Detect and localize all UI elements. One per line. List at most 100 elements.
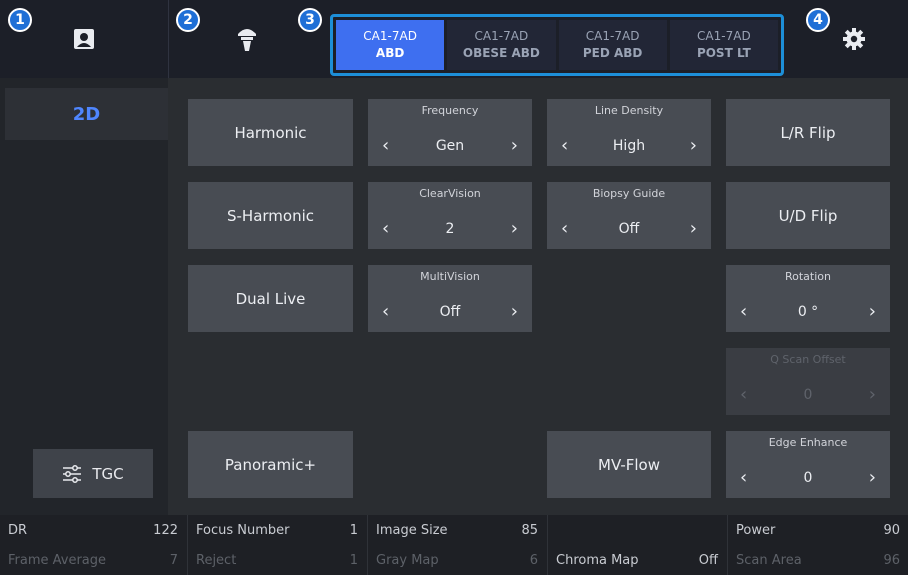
q-scan-offset-label: Q Scan Offset	[770, 353, 846, 366]
status-value: 6	[529, 552, 538, 568]
clearvision-next-button[interactable]: ›	[511, 220, 518, 238]
status-label: Power	[736, 522, 776, 538]
step-badge-1: 1	[8, 8, 32, 32]
status-label: Scan Area	[736, 552, 802, 568]
frequency-next-button[interactable]: ›	[511, 137, 518, 155]
status-label: Focus Number	[196, 522, 290, 538]
step-badge-3: 3	[298, 8, 322, 32]
gear-icon	[843, 28, 865, 50]
q-scan-offset-selector: Q Scan Offset ‹ 0 ›	[726, 348, 890, 415]
q-scan-offset-prev-button: ‹	[740, 384, 748, 405]
rotation-label: Rotation	[784, 270, 831, 283]
multivision-prev-button[interactable]: ‹	[382, 303, 389, 321]
status-power: Power 90	[728, 515, 908, 545]
rotation-next-button[interactable]: ›	[869, 303, 876, 321]
line-density-prev-button[interactable]: ‹	[561, 137, 568, 155]
top-bar: CA1-7AD ABD CA1-7AD OBESE ABD CA1-7AD PE…	[0, 0, 908, 78]
status-label: Image Size	[376, 522, 448, 538]
multivision-value: Off	[439, 304, 461, 320]
status-value: 85	[521, 522, 538, 538]
status-frame-average: Frame Average 7	[0, 545, 186, 575]
lr-flip-button[interactable]: L/R Flip	[726, 99, 890, 166]
status-empty	[548, 515, 726, 545]
status-value: 1	[349, 552, 358, 568]
mode-tab-2d[interactable]: 2D	[5, 88, 168, 140]
probe-icon	[238, 29, 256, 51]
tgc-label: TGC	[92, 464, 124, 483]
frequency-selector: Frequency ‹ Gen ›	[368, 99, 532, 166]
status-value: 1	[349, 522, 358, 538]
frequency-prev-button[interactable]: ‹	[382, 137, 389, 155]
q-scan-offset-next-button: ›	[868, 384, 876, 405]
harmonic-button[interactable]: Harmonic	[188, 99, 353, 166]
status-dr: DR 122	[0, 515, 186, 545]
status-label: Chroma Map	[556, 552, 639, 568]
line-density-value: High	[612, 138, 646, 154]
biopsy-guide-label: Biopsy Guide	[592, 187, 666, 200]
edge-enhance-next-button[interactable]: ›	[869, 469, 876, 487]
edge-enhance-label: Edge Enhance	[768, 436, 848, 449]
preset-tab-ped-abd[interactable]: CA1-7AD PED ABD	[558, 20, 667, 70]
rotation-prev-button[interactable]: ‹	[740, 303, 747, 321]
status-label: DR	[8, 522, 28, 538]
biopsy-guide-selector: Biopsy Guide ‹ Off ›	[547, 182, 711, 249]
multivision-next-button[interactable]: ›	[511, 303, 518, 321]
status-reject: Reject 1	[188, 545, 366, 575]
preset-tab-abd[interactable]: CA1-7AD ABD	[336, 20, 445, 70]
biopsy-guide-next-button[interactable]: ›	[690, 220, 697, 238]
edge-enhance-selector: Edge Enhance ‹ 0 ›	[726, 431, 890, 498]
preset-name-label: POST LT	[696, 46, 751, 60]
dual-live-button[interactable]: Dual Live	[188, 265, 353, 332]
status-label: Reject	[196, 552, 237, 568]
edge-enhance-prev-button[interactable]: ‹	[740, 469, 747, 487]
mode-panel: 2D TGC	[0, 78, 168, 515]
status-gray-map: Gray Map 6	[368, 545, 546, 575]
rotation-selector: Rotation ‹ 0 ° ›	[726, 265, 890, 332]
biopsy-guide-prev-button[interactable]: ‹	[561, 220, 568, 238]
preset-model-label: CA1-7AD	[585, 29, 640, 43]
multivision-selector: MultiVision ‹ Off ›	[368, 265, 532, 332]
q-scan-offset-value: 0	[803, 387, 813, 403]
patient-id-icon	[74, 29, 94, 49]
panoramic-button[interactable]: Panoramic+	[188, 431, 353, 498]
clearvision-prev-button[interactable]: ‹	[382, 220, 389, 238]
mv-flow-button[interactable]: MV-Flow	[547, 431, 711, 498]
multivision-label: MultiVision	[420, 270, 480, 283]
preset-model-label: CA1-7AD	[474, 29, 529, 43]
biopsy-guide-value: Off	[618, 221, 640, 237]
step-badge-4: 4	[806, 8, 830, 32]
preset-model-label: CA1-7AD	[363, 29, 417, 43]
preset-model-label: CA1-7AD	[697, 29, 751, 43]
rotation-value: 0 °	[797, 304, 819, 320]
clearvision-label: ClearVision	[419, 187, 481, 200]
status-focus-number: Focus Number 1	[188, 515, 366, 545]
status-value: Off	[698, 552, 718, 568]
clearvision-selector: ClearVision ‹ 2 ›	[368, 182, 532, 249]
sliders-icon	[63, 464, 82, 483]
status-label: Gray Map	[376, 552, 439, 568]
status-scan-area: Scan Area 96	[728, 545, 908, 575]
status-value: 7	[169, 552, 178, 568]
status-value: 96	[883, 552, 900, 568]
status-value: 122	[153, 522, 178, 538]
edge-enhance-value: 0	[803, 470, 813, 486]
status-value: 90	[883, 522, 900, 538]
clearvision-value: 2	[445, 221, 455, 237]
status-label: Frame Average	[8, 552, 107, 568]
line-density-next-button[interactable]: ›	[690, 137, 697, 155]
preset-tab-obese-abd[interactable]: CA1-7AD OBESE ABD	[447, 20, 556, 70]
probe-preset-group: CA1-7AD ABD CA1-7AD OBESE ABD CA1-7AD PE…	[330, 14, 784, 76]
preset-name-label: PED ABD	[582, 46, 643, 60]
ud-flip-button[interactable]: U/D Flip	[726, 182, 890, 249]
status-image-size: Image Size 85	[368, 515, 546, 545]
s-harmonic-button[interactable]: S-Harmonic	[188, 182, 353, 249]
frequency-value: Gen	[435, 138, 465, 154]
parameter-status-bar: DR 122 Focus Number 1 Image Size 85 Powe…	[0, 515, 908, 575]
preset-tab-post-lt[interactable]: CA1-7AD POST LT	[669, 20, 778, 70]
step-badge-2: 2	[176, 8, 200, 32]
line-density-label: Line Density	[594, 104, 664, 117]
preset-name-label: OBESE ABD	[462, 46, 540, 60]
tgc-button[interactable]: TGC	[33, 449, 153, 498]
line-density-selector: Line Density ‹ High ›	[547, 99, 711, 166]
preset-name-label: ABD	[375, 46, 405, 60]
